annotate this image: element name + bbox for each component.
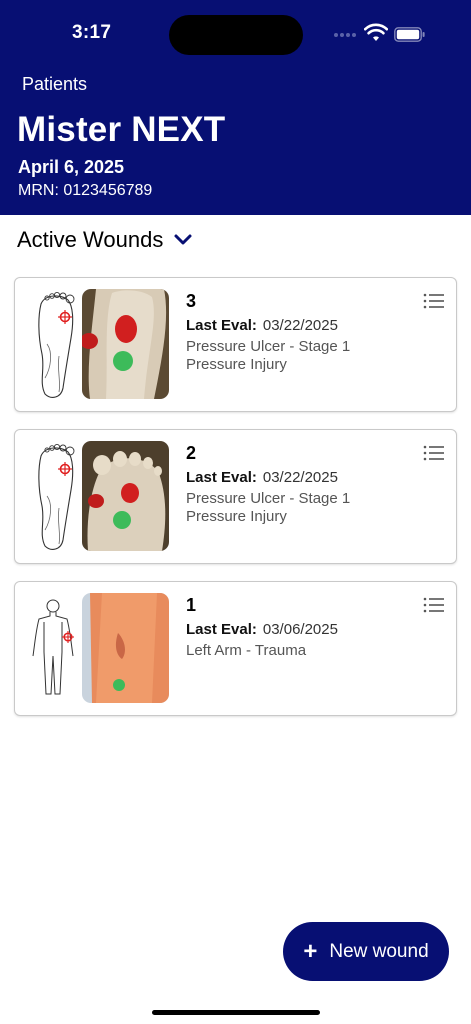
wound-category: Pressure Injury — [186, 356, 287, 373]
chevron-down-icon — [174, 234, 192, 245]
wound-type: Pressure Ulcer - Stage 1 — [186, 490, 351, 507]
last-eval-date: 03/06/2025 — [262, 621, 338, 638]
wound-number: 2 — [186, 443, 197, 463]
plus-icon: + — [303, 937, 318, 965]
last-eval-label: Last Eval: — [186, 469, 257, 486]
last-eval-label: Last Eval: — [186, 621, 257, 638]
home-indicator[interactable] — [152, 1010, 320, 1015]
wound-location: Left Arm - Trauma — [186, 642, 307, 659]
body-diagram — [32, 599, 74, 695]
battery-icon — [394, 27, 425, 42]
wound-card[interactable]: 3 Last Eval: 03/22/2025 Pressure Ulcer - … — [14, 277, 457, 412]
patient-mrn: MRN: 0123456789 — [18, 182, 153, 199]
list-menu-icon[interactable] — [423, 444, 445, 462]
wound-photo[interactable] — [82, 289, 169, 399]
cellular-signal-icon — [334, 33, 360, 39]
last-eval-label: Last Eval: — [186, 317, 257, 334]
new-wound-button[interactable]: + New wound — [283, 922, 449, 981]
dynamic-island — [169, 15, 303, 55]
wound-number: 3 — [186, 291, 197, 311]
list-menu-icon[interactable] — [423, 292, 445, 310]
patient-header: 3:17 Patients Mister NEXT April 6, 2025 … — [0, 0, 471, 215]
last-eval: Last Eval: 03/22/2025 — [186, 469, 338, 486]
last-eval-date: 03/22/2025 — [262, 317, 338, 334]
list-menu-icon[interactable] — [423, 596, 445, 614]
wound-photo[interactable] — [82, 441, 169, 551]
patient-date: April 6, 2025 — [18, 157, 125, 177]
patient-name: Mister NEXT — [17, 110, 226, 149]
new-wound-label: New wound — [329, 940, 429, 962]
wound-card[interactable]: 1 Last Eval: 03/06/2025 Left Arm - Trauma — [14, 581, 457, 716]
last-eval-date: 03/22/2025 — [262, 469, 338, 486]
wound-category: Pressure Injury — [186, 508, 287, 525]
last-eval: Last Eval: 03/22/2025 — [186, 317, 338, 334]
wound-number: 1 — [186, 595, 197, 615]
wound-card[interactable]: 2 Last Eval: 03/22/2025 Pressure Ulcer - … — [14, 429, 457, 564]
last-eval: Last Eval: 03/06/2025 — [186, 621, 338, 638]
back-to-patients-link[interactable]: Patients — [22, 74, 87, 95]
foot-sole-diagram — [38, 443, 75, 550]
wound-photo[interactable] — [82, 593, 169, 703]
foot-sole-diagram — [38, 291, 75, 398]
active-wounds-toggle[interactable]: Active Wounds — [17, 225, 193, 255]
status-time: 3:17 — [72, 22, 112, 43]
section-title: Active Wounds — [17, 227, 164, 252]
wound-type: Pressure Ulcer - Stage 1 — [186, 338, 351, 355]
wifi-icon — [364, 23, 388, 41]
